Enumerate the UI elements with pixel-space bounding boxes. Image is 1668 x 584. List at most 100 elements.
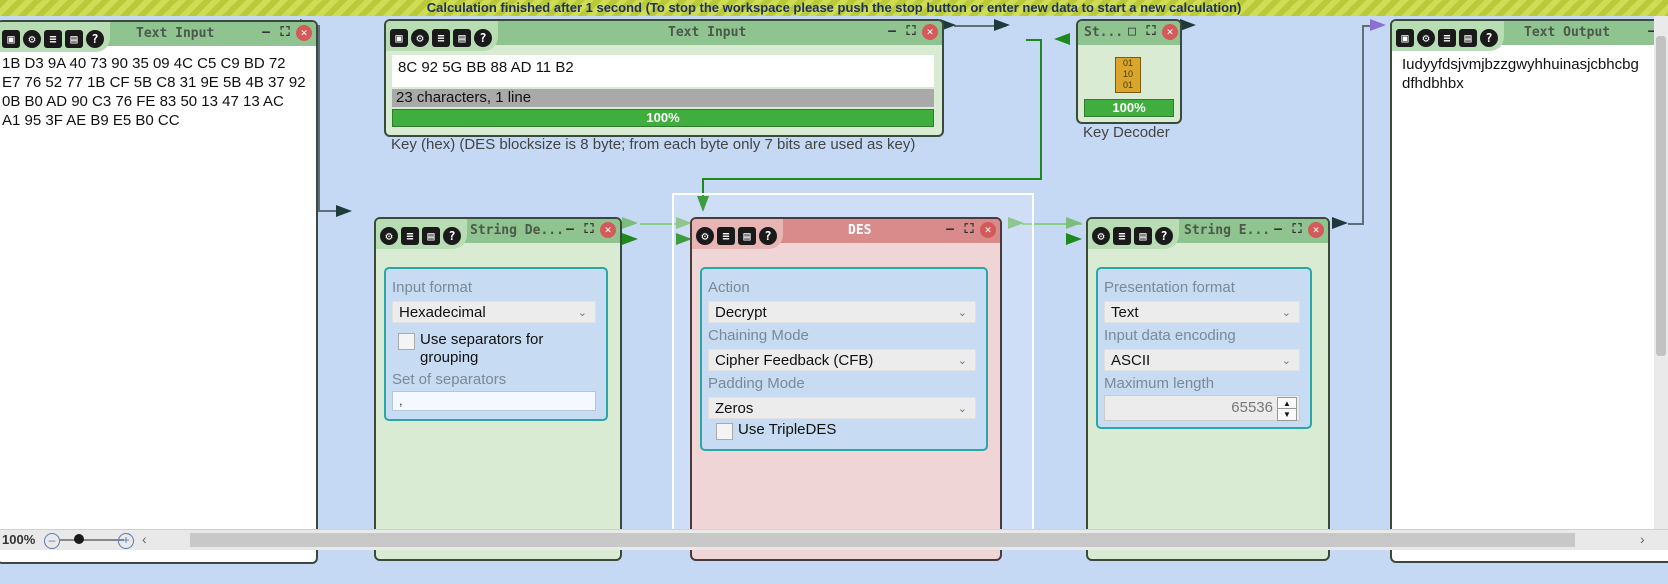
minimize-icon[interactable]: – [1270, 222, 1286, 238]
image-icon[interactable]: ▣ [2, 30, 20, 48]
log-icon[interactable]: ≡ [44, 30, 62, 48]
set-of-separators-label: Set of separators [392, 371, 507, 388]
gear-icon[interactable]: ⚙ [411, 29, 429, 47]
vertical-scrollbar[interactable] [1654, 16, 1668, 530]
input-format-label: Input format [392, 279, 473, 296]
gear-icon[interactable]: ⚙ [1092, 227, 1110, 245]
key-decoder-panel[interactable]: St... □ ⛶ ✕ 01 10 01 100% [1076, 19, 1182, 124]
text-line: 0B B0 AD 90 C3 76 FE 83 50 13 47 13 AC [2, 93, 284, 110]
chevron-down-icon: ⌄ [577, 307, 587, 319]
key-decoder-caption: Key Decoder [1083, 124, 1170, 141]
maximize-icon[interactable]: ⛶ [581, 222, 597, 238]
image-icon[interactable]: ▣ [390, 29, 408, 47]
chaining-mode-select[interactable]: Cipher Feedback (CFB) ⌄ [708, 349, 976, 371]
help-icon[interactable]: ? [474, 29, 492, 47]
padding-mode-select[interactable]: Zeros ⌄ [708, 397, 976, 419]
help-icon[interactable]: ? [759, 227, 777, 245]
separators-input[interactable]: , [392, 391, 596, 411]
key-text-area[interactable]: 8C 92 5G BB 88 AD 11 B2 [392, 55, 934, 87]
close-icon[interactable]: ✕ [296, 25, 312, 41]
maximize-icon[interactable]: ⛶ [961, 222, 977, 238]
help-icon[interactable]: ? [1480, 29, 1498, 47]
title-bar[interactable]: ⚙ ≡ ▤ ? DES – ⛶ ✕ [692, 219, 1000, 249]
close-icon[interactable]: ✕ [1308, 222, 1324, 238]
string-decoder-panel[interactable]: ⚙ ≡ ▤ ? String De... – ⛶ ✕ Input format … [374, 217, 622, 561]
spinner-down-icon[interactable]: ▼ [1277, 408, 1297, 421]
zoom-in-icon[interactable]: + [118, 533, 134, 549]
maximize-icon[interactable]: ⛶ [277, 25, 293, 41]
close-icon[interactable]: ✕ [1162, 24, 1178, 40]
minimize-icon[interactable]: – [884, 24, 900, 40]
maximum-length-input[interactable]: 65536 ▲ ▼ [1104, 395, 1300, 421]
clipboard-icon[interactable]: ▤ [422, 227, 440, 245]
maximize-icon[interactable]: ⛶ [1289, 222, 1305, 238]
gear-icon[interactable]: ⚙ [696, 227, 714, 245]
string-encoder-panel[interactable]: ⚙ ≡ ▤ ? String E... – ⛶ ✕ Presentation f… [1086, 217, 1330, 561]
toolbar-icons: ⚙ ≡ ▤ ? [1088, 219, 1179, 249]
des-panel[interactable]: ⚙ ≡ ▤ ? DES – ⛶ ✕ Action Decrypt ⌄ Chain… [690, 217, 1002, 561]
scroll-left-icon[interactable]: ‹ [142, 531, 147, 547]
text-input-left-panel[interactable]: ▣ ⚙ ≡ ▤ ? Text Input – ⛶ ✕ 1B D3 9A 40 7… [0, 20, 318, 564]
title-bar[interactable]: ▣ ⚙ ≡ ▤ ? Text Input – ⛶ ✕ [386, 21, 942, 51]
chevron-down-icon: ⌄ [1281, 355, 1291, 367]
help-icon[interactable]: ? [86, 30, 104, 48]
clipboard-icon[interactable]: ▤ [738, 227, 756, 245]
wire-keydecoder-to-des-h [702, 178, 1042, 180]
zoom-slider-thumb[interactable] [74, 534, 84, 544]
panel-title: DES [848, 223, 872, 238]
connector-arrow [1054, 33, 1070, 45]
clipboard-icon[interactable]: ▤ [65, 30, 83, 48]
text-output-panel[interactable]: ▣ ⚙ ≡ ▤ ? Text Output – Iudyyfdsjvmjbzzg… [1390, 19, 1668, 563]
gear-icon[interactable]: ⚙ [1417, 29, 1435, 47]
input-format-select[interactable]: Hexadecimal ⌄ [392, 301, 596, 323]
presentation-format-select[interactable]: Text ⌄ [1104, 301, 1300, 323]
gear-icon[interactable]: ⚙ [380, 227, 398, 245]
settings-group: Presentation format Text ⌄ Input data en… [1096, 267, 1312, 429]
log-icon[interactable]: ≡ [401, 227, 419, 245]
action-select[interactable]: Decrypt ⌄ [708, 301, 976, 323]
help-icon[interactable]: ? [1155, 227, 1173, 245]
maximize-icon[interactable]: ⛶ [1143, 24, 1159, 40]
minimize-icon[interactable]: – [562, 222, 578, 238]
use-separators-checkbox[interactable] [398, 333, 415, 350]
title-bar[interactable]: ⚙ ≡ ▤ ? String De... – ⛶ ✕ [376, 219, 620, 249]
text-input-key-panel[interactable]: ▣ ⚙ ≡ ▤ ? Text Input – ⛶ ✕ 8C 92 5G BB 8… [384, 19, 944, 137]
text-input-content[interactable]: 1B D3 9A 40 73 90 35 09 4C C5 C9 BD 72 E… [0, 46, 316, 130]
clipboard-icon[interactable]: ▤ [453, 29, 471, 47]
input-encoding-select[interactable]: ASCII ⌄ [1104, 349, 1300, 371]
selected-value: Decrypt [715, 304, 767, 321]
zoom-out-icon[interactable]: – [44, 533, 60, 549]
selected-value: Text [1111, 304, 1139, 321]
log-icon[interactable]: ≡ [1438, 29, 1456, 47]
triple-des-checkbox[interactable] [716, 423, 733, 440]
log-icon[interactable]: ≡ [1113, 227, 1131, 245]
chevron-down-icon: ⌄ [1281, 307, 1291, 319]
title-bar[interactable]: ▣ ⚙ ≡ ▤ ? Text Input – ⛶ ✕ [0, 22, 316, 52]
close-icon[interactable]: ✕ [600, 222, 616, 238]
scroll-right-icon[interactable]: › [1640, 531, 1645, 547]
minimize-icon[interactable]: □ [1124, 24, 1140, 40]
close-icon[interactable]: ✕ [980, 222, 996, 238]
scroll-thumb[interactable] [1656, 36, 1666, 356]
gear-icon[interactable]: ⚙ [23, 30, 41, 48]
text-output-content[interactable]: Iudyyfdsjvmjbzzgwyhhuinasjcbhcbg dfhdbhb… [1392, 45, 1668, 93]
horizontal-scroll-thumb[interactable] [190, 533, 1575, 547]
title-bar[interactable]: ⚙ ≡ ▤ ? String E... – ⛶ ✕ [1088, 219, 1328, 249]
clipboard-icon[interactable]: ▤ [1134, 227, 1152, 245]
clipboard-icon[interactable]: ▤ [1459, 29, 1477, 47]
toolbar-icons: ▣ ⚙ ≡ ▤ ? [386, 21, 498, 51]
maximize-icon[interactable]: ⛶ [903, 24, 919, 40]
minimize-icon[interactable]: – [258, 25, 274, 41]
zoom-slider-track[interactable] [60, 539, 124, 541]
key-decoder-icon: 01 10 01 [1115, 57, 1141, 93]
log-icon[interactable]: ≡ [717, 227, 735, 245]
title-bar[interactable]: St... □ ⛶ ✕ [1078, 21, 1180, 45]
title-bar[interactable]: ▣ ⚙ ≡ ▤ ? Text Output – [1392, 21, 1668, 51]
image-icon[interactable]: ▣ [1396, 29, 1414, 47]
log-icon[interactable]: ≡ [432, 29, 450, 47]
minimize-icon[interactable]: – [942, 222, 958, 238]
close-icon[interactable]: ✕ [922, 24, 938, 40]
help-icon[interactable]: ? [443, 227, 461, 245]
triple-des-label: Use TripleDES [738, 421, 837, 438]
connector-arrow [1370, 19, 1386, 31]
